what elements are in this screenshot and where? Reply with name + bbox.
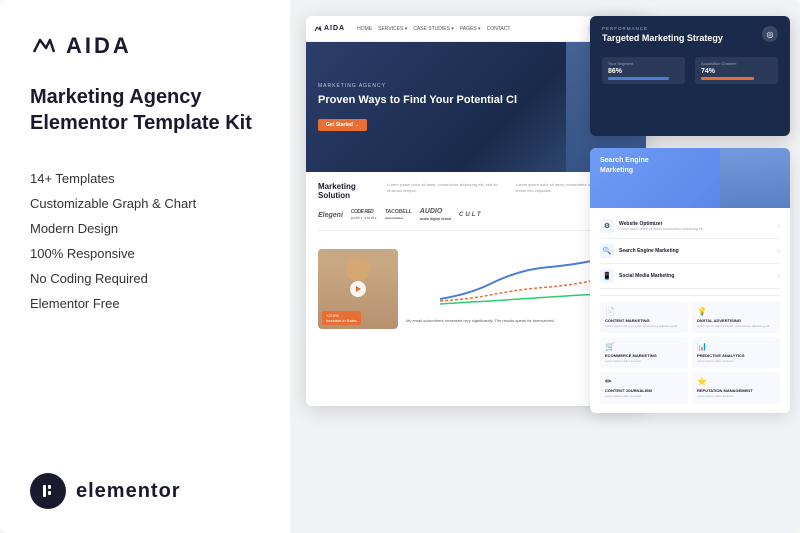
grid-text-2: Lorem ipsum dolor sit amet, consectetur …: [697, 324, 775, 328]
grid-card-4: 📊 PREDICTIVE ANALYTICS Lorem ipsum dolor…: [692, 337, 780, 368]
grid-card-5: ✏ CONTENT JOURNALISM Lorem ipsum dolor s…: [600, 372, 688, 403]
preview-services-card: Search EngineMarketing ⚙ Website Optimiz…: [590, 148, 790, 413]
feature-item: Modern Design: [30, 216, 260, 241]
service-name-3: Social Media Marketing: [619, 273, 674, 279]
service-icon-website: ⚙: [600, 219, 614, 233]
tms-stat1-label: Your Segment: [608, 61, 679, 66]
services-list: ⚙ Website Optimizer Lorem ipsum dolor si…: [590, 208, 790, 295]
brand-logo-elegeni: Elegeni: [318, 212, 343, 219]
brand-logo-cult: CULT: [459, 212, 483, 218]
grid-card-3: 🛒 ECOMMERCE MARKETING Lorem ipsum dolor …: [600, 337, 688, 368]
tms-stat-1: Your Segment 86%: [602, 57, 685, 84]
preview-top-right-card: ◎ PERFORMANCE Targeted Marketing Strateg…: [590, 16, 790, 136]
video-stat: +216% Increase in Sales: [322, 311, 361, 325]
hero-content: MARKETING AGENCY Proven Ways to Find You…: [318, 83, 517, 131]
play-button[interactable]: [350, 281, 366, 297]
tagline: Marketing Agency Elementor Template Kit: [30, 84, 260, 136]
feature-item: Elementor Free: [30, 291, 260, 316]
tms-label: PERFORMANCE: [602, 26, 778, 31]
service-item-2: 🔍 Search Engine Marketing ›: [600, 239, 780, 264]
grid-title-3: ECOMMERCE MARKETING: [605, 353, 683, 358]
tms-stat-2: Acquisition Channel 74%: [695, 57, 778, 84]
service-item-3: 📱 Social Media Marketing ›: [600, 264, 780, 289]
tagline-title: Marketing Agency Elementor Template Kit: [30, 84, 260, 136]
elementor-badge: elementor: [30, 473, 260, 509]
tms-stat1-value: 86%: [608, 68, 679, 75]
grid-text-4: Lorem ipsum dolor sit amet.: [697, 359, 775, 363]
grid-title-1: CONTENT MARKETING: [605, 318, 683, 323]
tms-stat2-value: 74%: [701, 68, 772, 75]
preview-person-photo: +216% Increase in Sales: [318, 249, 398, 329]
left-panel: AIDA Marketing Agency Elementor Template…: [0, 0, 290, 533]
brand-logo-audio: AUDIOaudio digital brand: [420, 208, 451, 222]
brand-logo-codered: CODE REDpublic studio: [351, 209, 377, 221]
grid-text-5: Lorem ipsum dolor sit amet.: [605, 394, 683, 398]
tms-title: Targeted Marketing Strategy: [602, 33, 778, 45]
tms-icon: ◎: [762, 26, 778, 42]
service-arrow-2: ›: [778, 248, 780, 255]
service-icon-social: 📱: [600, 269, 614, 283]
grid-text-1: Lorem ipsum dolor sit amet, consectetur …: [605, 324, 683, 328]
tms-bar-2: [701, 77, 754, 80]
features-list: 14+ Templates Customizable Graph & Chart…: [30, 166, 260, 316]
tms-bar-1: [608, 77, 669, 80]
grid-card-1: 📄 CONTENT MARKETING Lorem ipsum dolor si…: [600, 302, 688, 333]
marketing-title: Marketing Solution: [318, 182, 377, 200]
elementor-icon: [30, 473, 66, 509]
grid-icon-3: 🛒: [605, 342, 683, 351]
grid-text-6: Lorem ipsum dolor sit amet.: [697, 394, 775, 398]
grid-card-2: 💡 DIGITAL ADVERTISING Lorem ipsum dolor …: [692, 302, 780, 333]
hero-title: Proven Ways to Find Your Potential Cl: [318, 93, 517, 107]
tms-header: ◎ PERFORMANCE Targeted Marketing Strateg…: [590, 16, 790, 57]
services-grid: 📄 CONTENT MARKETING Lorem ipsum dolor si…: [590, 296, 790, 410]
brand-name: AIDA: [66, 33, 132, 59]
services-panel-title: Search EngineMarketing: [600, 156, 780, 176]
hero-cta-button[interactable]: Get Started →: [318, 119, 367, 131]
brand-logo-tacobell: TACOBELLsupermarket: [385, 209, 412, 221]
grid-title-2: DIGITAL ADVERTISING: [697, 318, 775, 323]
right-panel: AIDA HOME SERVICES ▾ CASE STUDIES ▾ PAGE…: [290, 0, 800, 533]
grid-title-5: CONTENT JOURNALISM: [605, 388, 683, 393]
marketing-text: Lorem ipsum dolor sit amet, consectetur …: [387, 182, 505, 194]
service-name-2: Search Engine Marketing: [619, 248, 679, 254]
tms-stats: Your Segment 86% Acquisition Channel 74%: [590, 57, 790, 84]
grid-card-6: ⭐ REPUTATION MANAGEMENT Lorem ipsum dolo…: [692, 372, 780, 403]
grid-icon-4: 📊: [697, 342, 775, 351]
grid-title-4: PREDICTIVE ANALYTICS: [697, 353, 775, 358]
grid-icon-1: 📄: [605, 307, 683, 316]
grid-icon-2: 💡: [697, 307, 775, 316]
feature-item: Customizable Graph & Chart: [30, 191, 260, 216]
services-header: Search EngineMarketing: [590, 148, 790, 208]
service-desc-1: Lorem ipsum dolor sit amet, consectetur …: [619, 227, 704, 231]
service-icon-search: 🔍: [600, 244, 614, 258]
brand-logos: Elegeni CODE REDpublic studio TACOBELLsu…: [318, 204, 634, 231]
grid-icon-6: ⭐: [697, 377, 775, 386]
hero-agency-label: MARKETING AGENCY: [318, 83, 517, 89]
preview-nav-links: HOME SERVICES ▾ CASE STUDIES ▾ PAGES ▾ C…: [357, 26, 510, 32]
grid-title-6: REPUTATION MANAGEMENT: [697, 388, 775, 393]
feature-item: No Coding Required: [30, 266, 260, 291]
service-item-1: ⚙ Website Optimizer Lorem ipsum dolor si…: [600, 214, 780, 239]
service-arrow-1: ›: [778, 223, 780, 230]
elementor-label: elementor: [76, 480, 181, 503]
feature-item: 100% Responsive: [30, 241, 260, 266]
feature-item: 14+ Templates: [30, 166, 260, 191]
service-arrow-3: ›: [778, 273, 780, 280]
grid-icon-5: ✏: [605, 377, 683, 386]
main-container: AIDA Marketing Agency Elementor Template…: [0, 0, 800, 533]
preview-nav-logo: AIDA: [314, 25, 345, 33]
aida-logo-icon: [30, 32, 58, 60]
grid-text-3: Lorem ipsum dolor sit amet.: [605, 359, 683, 363]
tms-stat2-label: Acquisition Channel: [701, 61, 772, 66]
logo-area: AIDA: [30, 32, 260, 60]
